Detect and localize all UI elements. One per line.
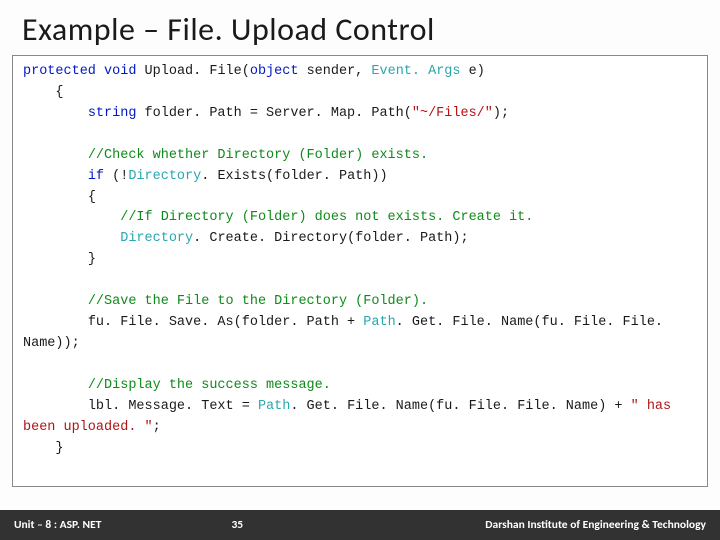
- slide-title: Example – File. Upload Control: [0, 0, 720, 55]
- code-text: Upload. File(: [136, 64, 249, 79]
- code-text: {: [23, 190, 96, 205]
- code-keyword: protected: [23, 64, 96, 79]
- code-keyword: void: [104, 64, 136, 79]
- code-type: Directory: [120, 231, 193, 246]
- footer-unit: Unit – 8 : ASP. NET: [14, 518, 101, 532]
- code-block: protected void Upload. File(object sende…: [23, 62, 697, 460]
- code-text: [23, 294, 88, 309]
- code-comment: //Save the File to the Directory (Folder…: [88, 294, 428, 309]
- slide-footer: Unit – 8 : ASP. NET 35 Darshan Institute…: [0, 510, 720, 540]
- code-text: lbl. Message. Text =: [23, 399, 258, 414]
- code-type: Event. Args: [371, 64, 460, 79]
- code-text: ;: [153, 420, 161, 435]
- code-comment: //Display the success message.: [88, 378, 331, 393]
- code-text: }: [23, 252, 96, 267]
- code-comment: //Check whether Directory (Folder) exist…: [88, 148, 428, 163]
- code-keyword: string: [88, 106, 137, 121]
- code-comment: //If Directory (Folder) does not exists.…: [120, 210, 533, 225]
- code-text: [23, 231, 120, 246]
- code-type: Path: [258, 399, 290, 414]
- code-example-box: protected void Upload. File(object sende…: [12, 55, 708, 487]
- code-text: [23, 378, 88, 393]
- code-text: {: [23, 85, 64, 100]
- code-text: [23, 106, 88, 121]
- code-text: . Exists(folder. Path)): [201, 169, 387, 184]
- code-text: }: [23, 441, 64, 456]
- code-text: [23, 210, 120, 225]
- code-type: Path: [363, 315, 395, 330]
- code-text: folder. Path = Server. Map. Path(: [136, 106, 411, 121]
- code-text: [23, 169, 88, 184]
- code-text: . Create. Directory(folder. Path);: [193, 231, 468, 246]
- code-keyword: object: [250, 64, 299, 79]
- code-keyword: if: [88, 169, 104, 184]
- footer-page: 35: [101, 518, 485, 532]
- code-text: (!: [104, 169, 128, 184]
- code-type: Directory: [128, 169, 201, 184]
- code-text: sender,: [298, 64, 371, 79]
- code-text: e): [461, 64, 485, 79]
- code-text: );: [493, 106, 509, 121]
- code-text: . Get. File. Name(fu. File. File. Name) …: [290, 399, 630, 414]
- code-text: fu. File. Save. As(folder. Path +: [23, 315, 363, 330]
- code-text: [23, 148, 88, 163]
- footer-org: Darshan Institute of Engineering & Techn…: [485, 518, 706, 532]
- code-string: "~/Files/": [412, 106, 493, 121]
